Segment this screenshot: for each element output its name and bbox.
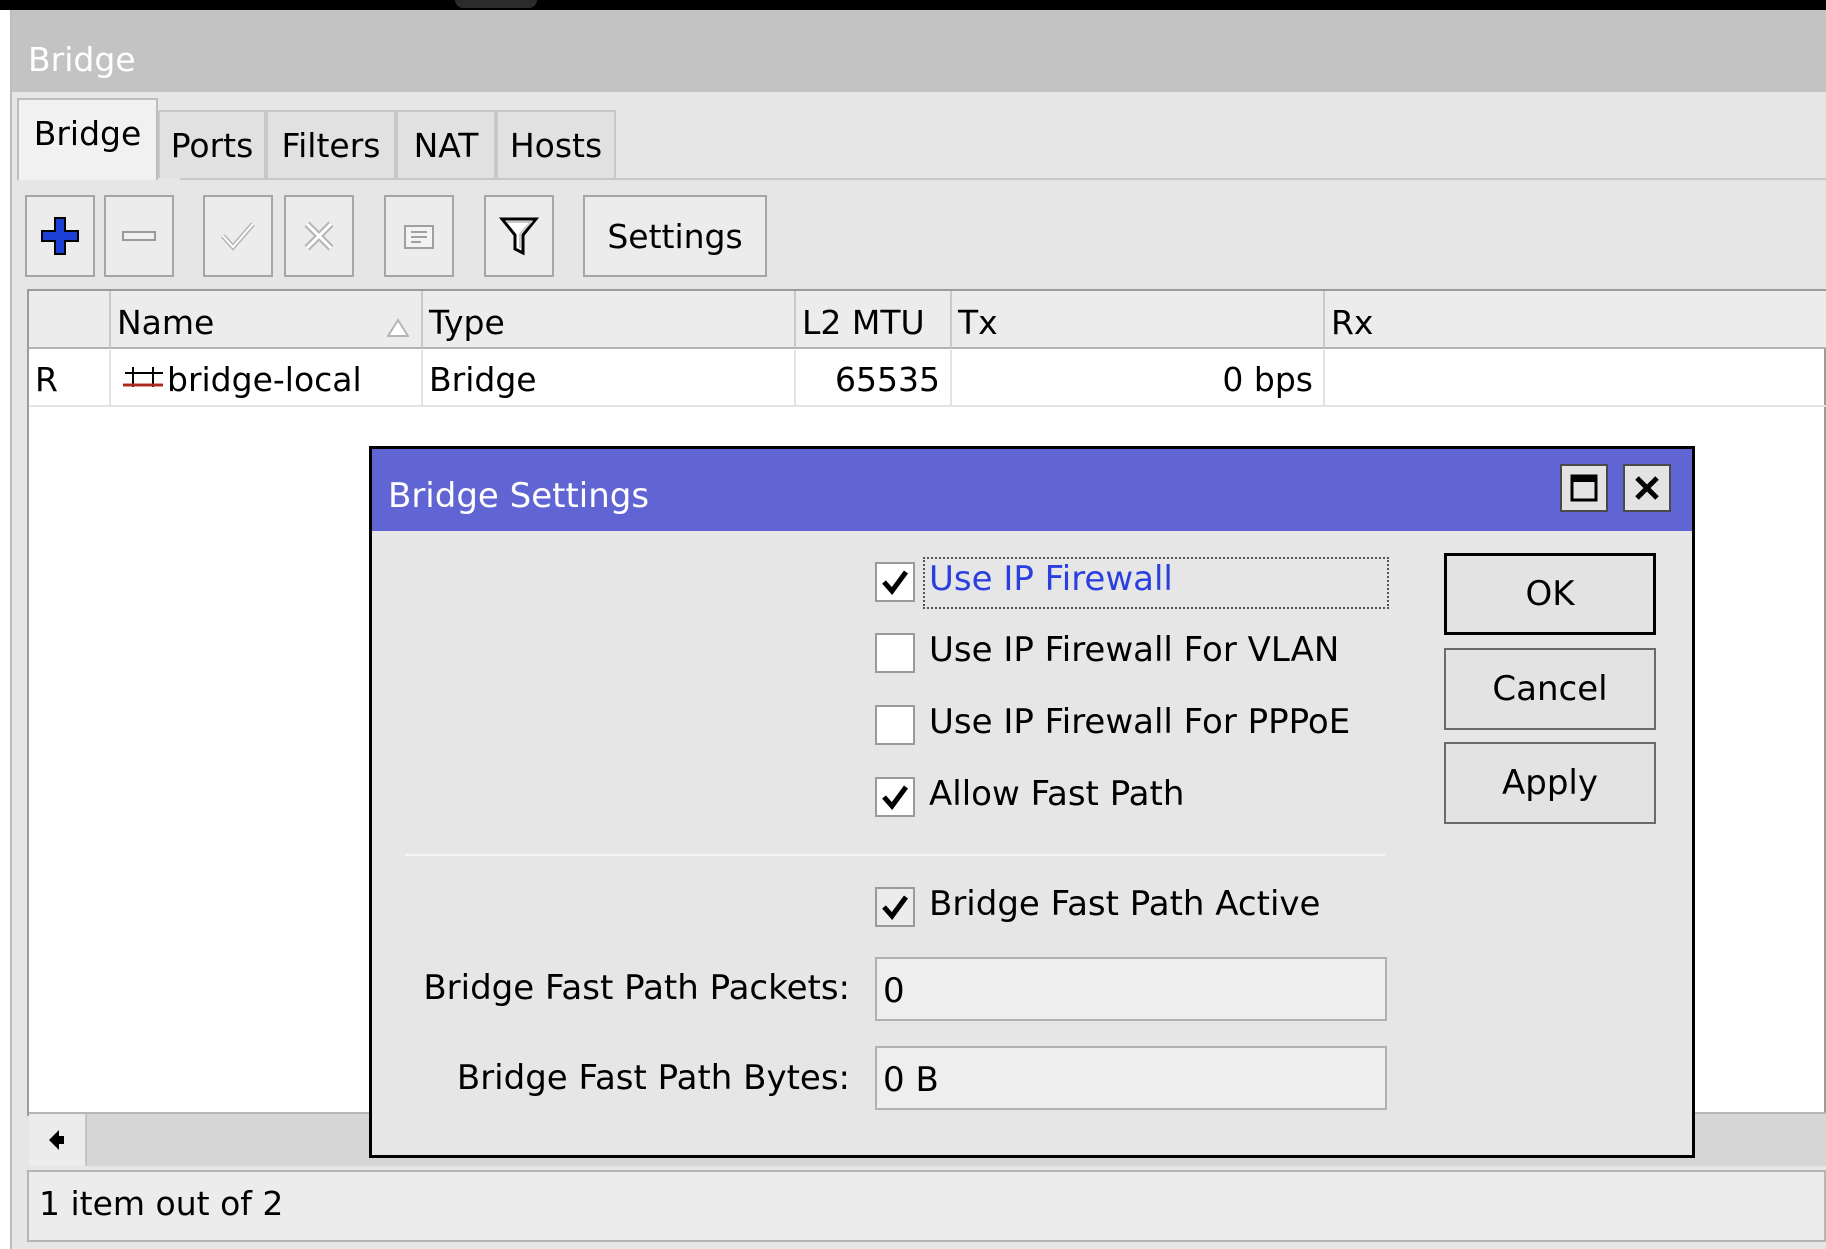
use-ip-firewall-for-pppoe-checkbox[interactable] <box>875 705 915 745</box>
remove-button[interactable] <box>104 195 174 277</box>
status-bar: 1 item out of 2 <box>27 1170 1826 1242</box>
bridge-icon <box>121 362 167 401</box>
cancel-button[interactable]: Cancel <box>1444 648 1656 730</box>
row-rx <box>1325 350 1826 405</box>
sort-ascending-icon <box>386 307 410 346</box>
allow-fast-path-checkbox[interactable] <box>875 777 915 817</box>
close-button[interactable] <box>1623 464 1671 512</box>
disable-button[interactable] <box>284 195 354 277</box>
top-notch <box>455 0 537 8</box>
enable-icon <box>221 222 255 251</box>
row-tx: 0 bps <box>952 350 1325 405</box>
maximize-button[interactable] <box>1560 464 1608 512</box>
dialog-title: Bridge Settings <box>372 449 1692 531</box>
checkmark-icon <box>882 570 909 595</box>
ok-button[interactable]: OK <box>1444 553 1656 635</box>
bridge-fast-path-packets-field[interactable]: 0 <box>875 957 1387 1021</box>
arrow-left-icon <box>49 1130 64 1150</box>
use-ip-firewall-for-pppoe-label[interactable]: Use IP Firewall For PPPoE <box>929 702 1350 742</box>
row-flag: R <box>29 350 111 405</box>
filter-icon <box>499 217 539 256</box>
maximize-icon <box>1570 474 1598 502</box>
column-header-type[interactable]: Type <box>423 291 796 349</box>
tab-filters[interactable]: Filters <box>266 110 396 178</box>
use-ip-firewall-label[interactable]: Use IP Firewall <box>929 559 1173 599</box>
filter-button[interactable] <box>484 195 554 277</box>
settings-button[interactable]: Settings <box>583 195 767 277</box>
dialog-separator <box>405 854 1385 856</box>
column-header-rx[interactable]: Rx <box>1325 291 1826 349</box>
comment-button[interactable] <box>384 195 454 277</box>
row-l2mtu: 65535 <box>796 350 952 405</box>
bridge-fast-path-packets-label: Bridge Fast Path Packets: <box>423 968 850 1008</box>
bridge-fast-path-bytes-label: Bridge Fast Path Bytes: <box>456 1058 850 1098</box>
close-icon <box>1635 476 1659 500</box>
tab-bridge[interactable]: Bridge <box>17 98 158 180</box>
top-border <box>0 0 1826 10</box>
bridge-fast-path-active-checkbox <box>875 887 915 927</box>
bridge-fast-path-active-label: Bridge Fast Path Active <box>929 884 1321 924</box>
row-divider <box>29 405 1826 407</box>
column-header-l2mtu[interactable]: L2 MTU <box>796 291 952 349</box>
window-title: Bridge <box>12 10 1826 92</box>
tab-divider <box>180 178 1826 180</box>
column-header-flag[interactable] <box>29 291 111 349</box>
column-header-name[interactable]: Name <box>111 291 423 349</box>
tab-hosts[interactable]: Hosts <box>496 110 616 178</box>
checkmark-icon <box>882 785 909 810</box>
use-ip-firewall-for-vlan-label[interactable]: Use IP Firewall For VLAN <box>929 630 1339 670</box>
add-button[interactable] <box>25 195 95 277</box>
row-name-label: bridge-local <box>167 360 362 399</box>
use-ip-firewall-for-vlan-checkbox[interactable] <box>875 633 915 673</box>
checkmark-icon <box>882 895 909 920</box>
row-name[interactable]: bridge-local <box>111 350 423 405</box>
row-type: Bridge <box>423 350 796 405</box>
column-header-tx[interactable]: Tx <box>952 291 1325 349</box>
tab-ports[interactable]: Ports <box>158 110 266 178</box>
allow-fast-path-label[interactable]: Allow Fast Path <box>929 774 1184 814</box>
add-icon <box>41 217 79 255</box>
remove-icon <box>122 231 156 241</box>
use-ip-firewall-checkbox[interactable] <box>875 562 915 602</box>
tab-nat[interactable]: NAT <box>396 110 496 178</box>
scroll-left-button[interactable] <box>29 1114 87 1166</box>
disable-icon <box>304 221 334 251</box>
apply-button[interactable]: Apply <box>1444 742 1656 824</box>
bridge-fast-path-bytes-field[interactable]: 0 B <box>875 1046 1387 1110</box>
enable-button[interactable] <box>203 195 273 277</box>
comment-icon <box>404 225 434 249</box>
column-header-name-label: Name <box>117 303 215 342</box>
